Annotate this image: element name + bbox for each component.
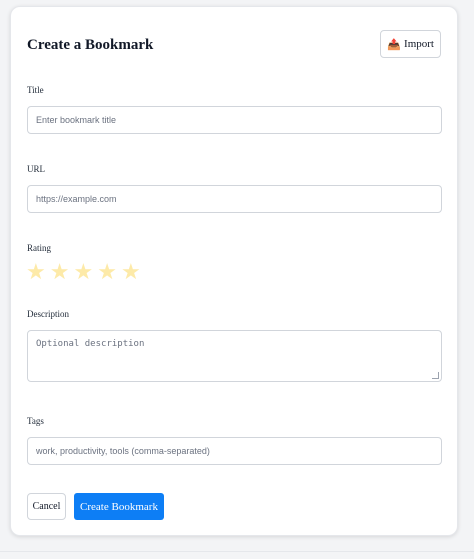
form-title: Create a Bookmark bbox=[27, 37, 154, 53]
star-3-icon[interactable]: ★ bbox=[73, 262, 93, 284]
tags-input[interactable]: work, productivity, tools (comma-separat… bbox=[27, 437, 442, 465]
divider bbox=[0, 551, 474, 552]
import-label: Import bbox=[404, 38, 434, 50]
description-textarea[interactable]: Optional description bbox=[27, 330, 442, 382]
resize-handle-icon[interactable] bbox=[432, 372, 439, 379]
tags-placeholder: work, productivity, tools (comma-separat… bbox=[36, 446, 210, 456]
description-placeholder: Optional description bbox=[36, 339, 145, 349]
url-label: URL bbox=[27, 164, 45, 174]
rating-stars: ★ ★ ★ ★ ★ bbox=[26, 262, 141, 284]
bookmark-form-card: Create a Bookmark 📤 Import Title Enter b… bbox=[10, 6, 458, 536]
create-bookmark-button[interactable]: Create Bookmark bbox=[74, 493, 164, 520]
title-label: Title bbox=[27, 85, 44, 95]
star-1-icon[interactable]: ★ bbox=[26, 262, 46, 284]
star-4-icon[interactable]: ★ bbox=[97, 262, 117, 284]
import-button[interactable]: 📤 Import bbox=[380, 30, 441, 58]
outbox-tray-icon: 📤 bbox=[387, 38, 402, 51]
star-5-icon[interactable]: ★ bbox=[121, 262, 141, 284]
title-placeholder: Enter bookmark title bbox=[36, 115, 117, 125]
cancel-button[interactable]: Cancel bbox=[27, 493, 66, 520]
star-2-icon[interactable]: ★ bbox=[50, 262, 70, 284]
description-label: Description bbox=[27, 309, 69, 319]
title-input[interactable]: Enter bookmark title bbox=[27, 106, 442, 134]
url-input[interactable]: https://example.com bbox=[27, 185, 442, 213]
url-placeholder: https://example.com bbox=[36, 194, 117, 204]
tags-label: Tags bbox=[27, 416, 44, 426]
rating-label: Rating bbox=[27, 243, 51, 253]
